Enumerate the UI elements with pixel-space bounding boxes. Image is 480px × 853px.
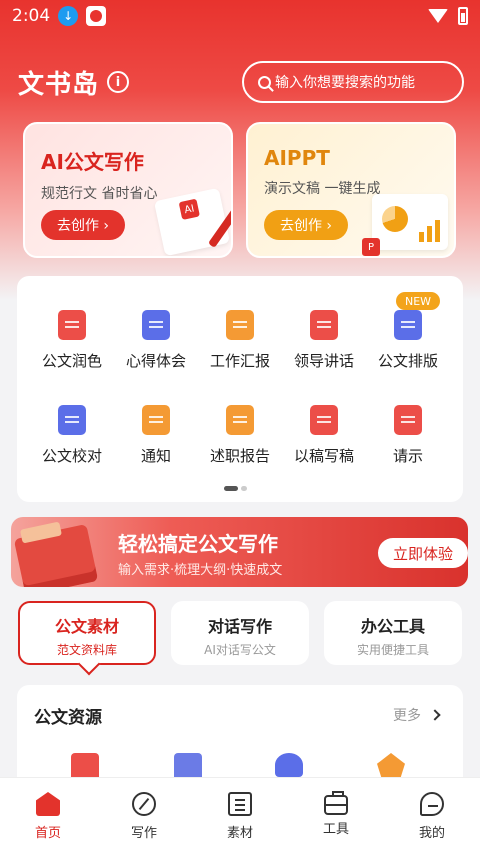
app-header: 文书岛 i 输入你想要搜索的功能 <box>18 60 464 104</box>
folder-illustration <box>13 523 99 587</box>
grid-item-label: 工作汇报 <box>209 352 270 370</box>
grid-item-label: 公文润色 <box>41 352 102 370</box>
aippt-title: AIPPT <box>264 146 330 170</box>
nav-tools[interactable]: 工具 <box>288 778 384 853</box>
pen-circle-icon <box>132 792 156 816</box>
promo-banner[interactable]: 轻松搞定公文写作 输入需求·梳理大纲·快速成文 立即体验 <box>11 517 468 587</box>
grid-item[interactable]: 以稿写稿 <box>282 405 366 466</box>
grid-item[interactable]: 通知 <box>114 405 198 466</box>
ai-writing-create-button[interactable]: 去创作 › <box>41 210 125 240</box>
chevron-right-icon <box>429 709 441 721</box>
nav-label: 素材 <box>226 826 253 841</box>
resource-edit-icon[interactable] <box>174 753 202 777</box>
new-badge: NEW <box>396 292 440 310</box>
more-label: 更多 <box>393 708 421 724</box>
nav-label: 工具 <box>322 822 349 837</box>
tab-office-tools[interactable]: 办公工具 实用便捷工具 <box>324 601 462 665</box>
request-icon <box>394 405 422 435</box>
profile-icon <box>420 792 444 816</box>
nav-write[interactable]: 写作 <box>96 778 192 853</box>
nav-label: 我的 <box>418 826 445 841</box>
grid-item[interactable]: 工作汇报 <box>198 310 282 371</box>
search-icon <box>258 75 271 89</box>
grid-item[interactable]: 心得体会 <box>114 310 198 371</box>
tab-title: 办公工具 <box>360 617 425 636</box>
ppt-badge: P <box>362 238 380 256</box>
resource-graduation-icon[interactable] <box>377 753 405 777</box>
id-card-icon <box>226 405 254 435</box>
ai-badge: AI <box>178 198 200 220</box>
nav-mine[interactable]: 我的 <box>384 778 480 853</box>
tab-dialog-writing[interactable]: 对话写作 AI对话写公文 <box>171 601 309 665</box>
app-notification-icon <box>86 6 107 26</box>
download-icon: ↓ <box>58 6 79 26</box>
grid-item[interactable]: 公文校对 <box>30 405 114 466</box>
document-icon <box>228 792 252 816</box>
more-link[interactable]: 更多 <box>393 705 441 725</box>
tab-title: 公文素材 <box>54 617 119 636</box>
tab-official-materials[interactable]: 公文素材 范文资料库 <box>18 601 156 665</box>
banner-title: 轻松搞定公文写作 <box>118 532 278 556</box>
notice-icon <box>142 405 170 435</box>
tab-subtitle: 范文资料库 <box>56 643 117 657</box>
pager-dot <box>241 486 247 491</box>
status-bar: 2:04 ↓ <box>0 0 480 32</box>
resources-panel: 公文资源 更多 <box>17 685 463 785</box>
ai-writing-card[interactable]: AI公文写作 规范行文 省时省心 去创作 › AI <box>23 122 233 258</box>
grid-item[interactable]: 述职报告 <box>198 405 282 466</box>
tab-subtitle: 实用便捷工具 <box>356 643 429 657</box>
nav-label: 首页 <box>34 826 61 841</box>
document-pen-illustration: AI <box>153 187 231 256</box>
grid-item-label: 领导讲话 <box>293 352 354 370</box>
briefcase-icon <box>324 791 348 815</box>
search-placeholder: 输入你想要搜索的功能 <box>275 75 415 91</box>
grid-item[interactable]: 领导讲话 <box>282 310 366 371</box>
nav-label: 写作 <box>130 826 157 841</box>
grid-item[interactable]: 请示 <box>366 405 450 466</box>
presentation-chart-illustration: P <box>362 194 448 256</box>
grid-item-label: 请示 <box>392 447 423 465</box>
wifi-icon <box>428 9 448 23</box>
pager-dot-active <box>224 486 238 491</box>
grid-item-label: 心得体会 <box>125 352 186 370</box>
aippt-create-button[interactable]: 去创作 › <box>264 210 348 240</box>
resource-book-icon[interactable] <box>71 753 99 777</box>
home-icon <box>36 792 60 816</box>
quill-icon <box>310 405 338 435</box>
notebook-heart-icon <box>142 310 170 340</box>
try-now-button[interactable]: 立即体验 <box>378 538 468 568</box>
speech-bubble-icon <box>310 310 338 340</box>
grid-item[interactable]: 公文排版 <box>366 310 450 371</box>
grid-item[interactable]: 公文润色 <box>30 310 114 371</box>
resources-title: 公文资源 <box>34 708 102 728</box>
bottom-nav: 首页 写作 素材 工具 我的 <box>0 777 480 853</box>
banner-subtitle: 输入需求·梳理大纲·快速成文 <box>118 563 283 578</box>
nav-home[interactable]: 首页 <box>0 778 96 853</box>
resource-people-icon[interactable] <box>275 753 303 777</box>
grid-item-label: 通知 <box>140 447 171 465</box>
nav-materials[interactable]: 素材 <box>192 778 288 853</box>
ai-writing-title: AI公文写作 <box>41 150 144 174</box>
app-brand: 文书岛 <box>18 69 100 100</box>
polish-icon <box>58 310 86 340</box>
grid-item-label: 述职报告 <box>209 447 270 465</box>
grid-item-label: 公文校对 <box>41 447 102 465</box>
battery-icon <box>458 7 468 25</box>
grid-pager <box>224 486 247 491</box>
grid-item-label: 以稿写稿 <box>293 447 354 465</box>
tab-subtitle: AI对话写公文 <box>204 643 276 657</box>
aippt-card[interactable]: AIPPT 演示文稿 一键生成 去创作 › P <box>246 122 456 258</box>
status-time: 2:04 <box>12 6 51 26</box>
report-icon <box>226 310 254 340</box>
search-input[interactable]: 输入你想要搜索的功能 <box>242 61 464 103</box>
tab-title: 对话写作 <box>207 617 272 636</box>
status-right <box>428 7 468 25</box>
proofread-icon <box>58 405 86 435</box>
grid-item-label: 公文排版 <box>377 352 438 370</box>
layout-icon <box>394 310 422 340</box>
info-icon[interactable]: i <box>107 71 130 93</box>
